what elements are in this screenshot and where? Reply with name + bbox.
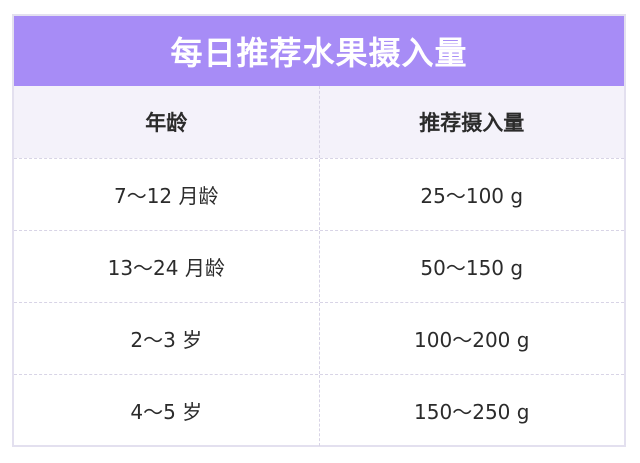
amount-cell: 100～200 g [414, 328, 530, 352]
header-recommended-amount: 推荐摄入量 [419, 111, 525, 135]
table-row: 7～12 月龄 25～100 g [14, 158, 624, 230]
age-cell: 13～24 月龄 [14, 231, 320, 302]
header-age: 年龄 [14, 86, 320, 158]
table-header-row: 年龄 推荐摄入量 [14, 86, 624, 158]
fruit-intake-table: 每日推荐水果摄入量 年龄 推荐摄入量 7～12 月龄 25～100 g 13～2… [12, 14, 626, 447]
age-cell: 2～3 岁 [14, 303, 320, 374]
amount-cell: 150～250 g [414, 400, 530, 424]
amount-cell: 50～150 g [420, 256, 524, 280]
age-cell: 7～12 月龄 [14, 159, 320, 230]
table-title: 每日推荐水果摄入量 [14, 16, 624, 86]
table-row: 13～24 月龄 50～150 g [14, 230, 624, 302]
amount-cell: 25～100 g [420, 184, 524, 208]
table-row: 4～5 岁 150～250 g [14, 374, 624, 446]
age-cell: 4～5 岁 [14, 375, 320, 446]
table-row: 2～3 岁 100～200 g [14, 302, 624, 374]
